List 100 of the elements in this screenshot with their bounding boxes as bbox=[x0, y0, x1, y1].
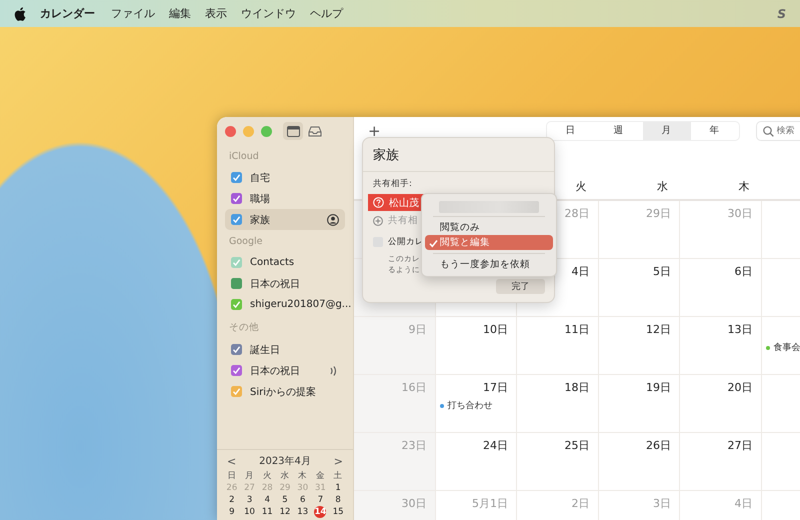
mini-calendar-day[interactable]: 6 bbox=[296, 494, 309, 506]
calendar-list-item[interactable]: 職場 bbox=[225, 188, 345, 209]
menu-item[interactable]: 編集 bbox=[169, 6, 191, 21]
mini-calendar-day[interactable]: 13 bbox=[296, 506, 309, 518]
day-number: 2日 bbox=[572, 496, 590, 508]
day-cell[interactable]: 11日 bbox=[517, 317, 598, 374]
question-icon bbox=[373, 197, 384, 208]
calendar-name: Contacts bbox=[250, 257, 294, 268]
day-number: 9日 bbox=[408, 322, 428, 334]
calendar-name: 職場 bbox=[250, 192, 270, 206]
calendar-checkbox[interactable] bbox=[231, 278, 242, 289]
day-cell[interactable]: 24日 bbox=[436, 433, 517, 490]
menu-item[interactable]: 表示 bbox=[205, 6, 227, 21]
view-tab[interactable]: 日 bbox=[546, 122, 595, 140]
calendar-list-item[interactable]: 家族 bbox=[225, 209, 345, 230]
calendar-checkbox[interactable] bbox=[231, 214, 242, 225]
day-number: 5日 bbox=[653, 264, 672, 276]
person-name: 松山茂 bbox=[389, 196, 419, 210]
day-cell[interactable]: 12日 bbox=[598, 317, 680, 374]
mini-calendar-day[interactable]: 12 bbox=[278, 506, 291, 518]
calendar-name: 誕生日 bbox=[250, 344, 280, 356]
day-number: 5月1日 bbox=[472, 496, 509, 508]
section-header: その他 bbox=[228, 321, 260, 335]
day-cell[interactable]: 13日 bbox=[680, 317, 762, 374]
calendar-checkbox[interactable] bbox=[231, 386, 242, 397]
mini-calendar-day[interactable]: 11 bbox=[261, 506, 274, 518]
day-cell[interactable]: 27日 bbox=[680, 433, 762, 490]
next-month-button[interactable]: > bbox=[334, 454, 343, 468]
close-button[interactable] bbox=[225, 126, 236, 136]
mini-calendar-day[interactable]: 3 bbox=[244, 494, 256, 506]
calendar-checkbox[interactable] bbox=[231, 257, 242, 268]
day-number: 10日 bbox=[483, 322, 509, 334]
mini-calendar-day[interactable]: 15 bbox=[332, 506, 344, 518]
status-menu-item[interactable]: S bbox=[777, 6, 786, 20]
calendar-checkbox[interactable] bbox=[231, 365, 242, 376]
day-cell[interactable]: 19日 bbox=[598, 375, 680, 432]
day-number: 30日 bbox=[728, 206, 754, 218]
day-cell[interactable]: 10日 bbox=[436, 317, 517, 374]
calendar-checkbox[interactable] bbox=[231, 299, 242, 310]
day-number: 26日 bbox=[646, 438, 672, 450]
calendar-name: 日本の祝日 bbox=[250, 364, 300, 378]
calendar-list-item[interactable]: 誕生日 bbox=[225, 339, 345, 360]
mini-calendar-day[interactable]: 10 bbox=[244, 506, 256, 518]
menu-item[interactable]: ウインドウ bbox=[241, 6, 296, 21]
calendar-event[interactable]: 食事会 bbox=[762, 334, 800, 354]
mini-calendar-day[interactable]: 1 bbox=[332, 482, 344, 494]
day-cell[interactable]: 20日 bbox=[680, 375, 762, 432]
calendar-list-item[interactable]: 日本の祝日 bbox=[225, 360, 345, 381]
menu-item[interactable]: ファイル bbox=[111, 6, 155, 21]
section-header: Google bbox=[228, 235, 264, 249]
day-number: 18日 bbox=[564, 380, 590, 392]
view-tab[interactable]: 週 bbox=[594, 122, 643, 140]
day-cell[interactable]: 食事会 bbox=[762, 317, 800, 374]
day-number: 16日 bbox=[402, 380, 428, 392]
previous-month-button[interactable]: < bbox=[227, 454, 236, 468]
calendar-name: 自宅 bbox=[250, 172, 270, 184]
calendar-checkbox[interactable] bbox=[231, 193, 242, 204]
calendar-checkbox[interactable] bbox=[231, 344, 242, 355]
view-tab[interactable]: 月 bbox=[642, 122, 691, 140]
mini-calendar-day[interactable]: 2 bbox=[226, 494, 238, 506]
day-cell[interactable]: 25日 bbox=[517, 433, 598, 490]
zoom-button[interactable] bbox=[261, 126, 272, 136]
mini-calendar-title: 2023年4月 bbox=[259, 455, 311, 468]
calendar-name: 日本の祝日 bbox=[250, 278, 300, 290]
calendar-list-item[interactable]: 日本の祝日 bbox=[225, 273, 345, 294]
checkmark-icon bbox=[429, 239, 438, 248]
mini-calendar-day[interactable]: 4 bbox=[261, 494, 274, 506]
section-header: iCloud bbox=[228, 150, 260, 164]
day-cell[interactable]: 5日 bbox=[598, 259, 680, 316]
done-button[interactable]: 完了 bbox=[496, 279, 545, 294]
mini-calendar-day[interactable]: 8 bbox=[332, 494, 344, 506]
day-number: 20日 bbox=[728, 380, 754, 392]
add-event-button[interactable]: + bbox=[368, 122, 381, 140]
calendar-list-item[interactable]: 自宅 bbox=[225, 167, 345, 188]
calendar-name: Siriからの提案 bbox=[250, 386, 316, 398]
apple-logo-icon[interactable] bbox=[14, 6, 26, 20]
calendar-event[interactable]: 打ち合わせ bbox=[436, 392, 492, 412]
calendar-checkbox[interactable] bbox=[231, 172, 242, 183]
day-cell[interactable]: 18日 bbox=[517, 375, 598, 432]
add-circle-icon bbox=[373, 216, 383, 226]
app-menu[interactable]: カレンダー bbox=[40, 6, 95, 21]
mini-calendar-day[interactable]: 5 bbox=[278, 494, 291, 506]
view-tab[interactable]: 年 bbox=[690, 122, 739, 140]
event-title: 打ち合わせ bbox=[448, 400, 492, 412]
day-number: 23日 bbox=[402, 438, 428, 450]
day-cell[interactable]: 17日 打ち合わせ bbox=[436, 375, 517, 432]
mini-calendar-day[interactable]: 7 bbox=[314, 494, 326, 506]
weekday-label: 土 bbox=[332, 470, 344, 482]
menu-item[interactable]: ヘルプ bbox=[310, 6, 343, 21]
calendar-list-item[interactable]: Siriからの提案 bbox=[225, 381, 345, 402]
day-number: 6日 bbox=[734, 264, 754, 276]
day-number: 11日 bbox=[564, 322, 590, 334]
weekday-label: 日 bbox=[226, 470, 238, 482]
day-cell[interactable]: 6日 bbox=[680, 259, 762, 316]
calendar-list-item[interactable]: Contacts bbox=[225, 252, 345, 273]
mini-calendar-day[interactable]: 9 bbox=[226, 506, 238, 518]
mini-calendar-day[interactable]: 14 bbox=[314, 506, 326, 518]
calendar-list-button[interactable] bbox=[283, 122, 303, 140]
day-cell[interactable]: 26日 bbox=[598, 433, 680, 490]
minimize-button[interactable] bbox=[243, 126, 254, 136]
